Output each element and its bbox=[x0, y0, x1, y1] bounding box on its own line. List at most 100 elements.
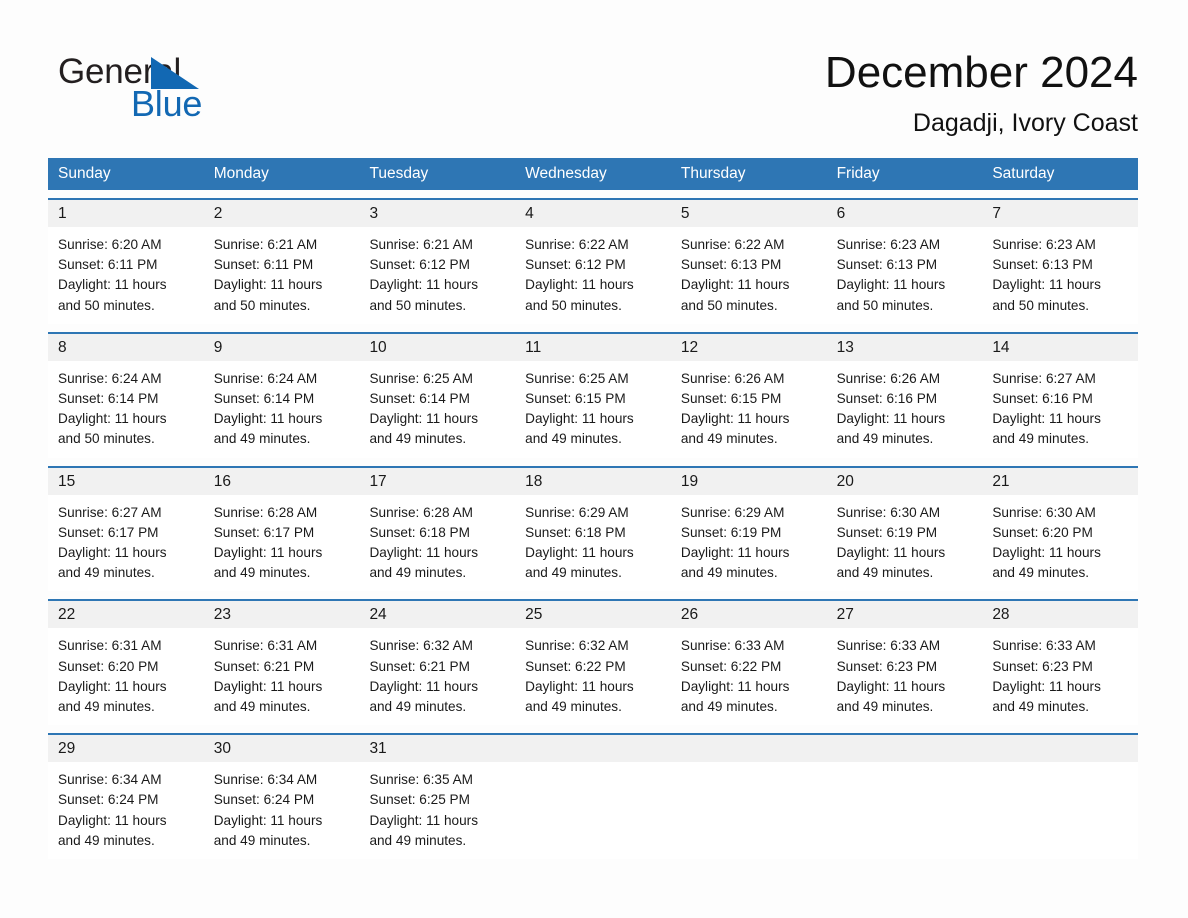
daylight-line-2: and 49 minutes. bbox=[369, 832, 467, 848]
day-cell[interactable]: Sunrise: 6:28 AM Sunset: 6:17 PM Dayligh… bbox=[204, 495, 360, 592]
sunset-line: Sunset: 6:22 PM bbox=[680, 658, 782, 674]
day-cell[interactable]: Sunrise: 6:31 AM Sunset: 6:20 PM Dayligh… bbox=[48, 628, 204, 725]
day-cell[interactable]: Sunrise: 6:23 AM Sunset: 6:13 PM Dayligh… bbox=[982, 227, 1138, 324]
sunrise-line: Sunrise: 6:34 AM bbox=[213, 772, 318, 788]
day-number[interactable]: 18 bbox=[515, 468, 671, 495]
weekday-header-friday: Friday bbox=[836, 165, 880, 182]
day-number[interactable]: 26 bbox=[671, 601, 827, 628]
day-cell[interactable]: Sunrise: 6:29 AM Sunset: 6:18 PM Dayligh… bbox=[515, 495, 671, 592]
day-cell[interactable]: Sunrise: 6:26 AM Sunset: 6:15 PM Dayligh… bbox=[671, 361, 827, 458]
sunrise-line: Sunrise: 6:29 AM bbox=[680, 504, 785, 520]
day-number[interactable]: 12 bbox=[671, 334, 827, 361]
day-number[interactable]: 31 bbox=[359, 735, 515, 762]
day-number[interactable]: 22 bbox=[48, 601, 204, 628]
day-number[interactable]: 30 bbox=[204, 735, 360, 762]
daylight-line-1: Daylight: 11 hours bbox=[836, 545, 946, 561]
day-number[interactable]: 8 bbox=[48, 334, 204, 361]
day-number[interactable]: 1 bbox=[48, 200, 204, 227]
day-cell[interactable]: Sunrise: 6:21 AM Sunset: 6:11 PM Dayligh… bbox=[204, 227, 360, 324]
daylight-line-2: and 49 minutes. bbox=[58, 832, 155, 848]
day-number[interactable]: 2 bbox=[204, 200, 360, 227]
sunrise-line: Sunrise: 6:31 AM bbox=[58, 638, 162, 654]
calendar-week-row: 29 30 31 Sunrise: 6:34 AM Sunset: 6:24 P… bbox=[48, 733, 1138, 860]
day-cell[interactable]: Sunrise: 6:24 AM Sunset: 6:14 PM Dayligh… bbox=[204, 361, 360, 458]
day-number[interactable]: 13 bbox=[827, 334, 983, 361]
day-cell[interactable]: Sunrise: 6:32 AM Sunset: 6:22 PM Dayligh… bbox=[515, 628, 671, 725]
day-cell[interactable]: Sunrise: 6:31 AM Sunset: 6:21 PM Dayligh… bbox=[204, 628, 360, 725]
sunset-line: Sunset: 6:15 PM bbox=[680, 391, 782, 407]
sunrise-line: Sunrise: 6:26 AM bbox=[680, 370, 785, 386]
day-number[interactable]: 10 bbox=[359, 334, 515, 361]
calendar-table: Sunday Monday Tuesday Wednesday Thursday… bbox=[48, 158, 1138, 860]
daylight-line-1: Daylight: 11 hours bbox=[213, 277, 323, 293]
day-cell[interactable]: Sunrise: 6:33 AM Sunset: 6:23 PM Dayligh… bbox=[982, 628, 1138, 725]
day-number[interactable]: 28 bbox=[982, 601, 1138, 628]
day-number[interactable]: 11 bbox=[515, 334, 671, 361]
day-cell[interactable]: Sunrise: 6:23 AM Sunset: 6:13 PM Dayligh… bbox=[827, 227, 983, 324]
daylight-line-2: and 49 minutes. bbox=[525, 431, 622, 447]
day-number[interactable]: 19 bbox=[671, 468, 827, 495]
sunset-line: Sunset: 6:19 PM bbox=[680, 524, 782, 540]
week-detail-band: Sunrise: 6:34 AM Sunset: 6:24 PM Dayligh… bbox=[48, 762, 1138, 860]
sunset-line: Sunset: 6:21 PM bbox=[213, 658, 315, 674]
sunset-line: Sunset: 6:11 PM bbox=[213, 257, 314, 273]
day-number[interactable]: 3 bbox=[359, 200, 515, 227]
daylight-line-1: Daylight: 11 hours bbox=[58, 545, 167, 561]
day-cell[interactable]: Sunrise: 6:30 AM Sunset: 6:19 PM Dayligh… bbox=[827, 495, 983, 592]
sunset-line: Sunset: 6:23 PM bbox=[992, 658, 1093, 674]
page-header: General Blue December 2024 Dagadji, Ivor… bbox=[0, 0, 1188, 152]
day-cell[interactable]: Sunrise: 6:29 AM Sunset: 6:19 PM Dayligh… bbox=[671, 495, 827, 592]
day-number[interactable]: 6 bbox=[827, 200, 983, 227]
day-cell[interactable]: Sunrise: 6:22 AM Sunset: 6:12 PM Dayligh… bbox=[515, 227, 671, 324]
day-cell[interactable]: Sunrise: 6:34 AM Sunset: 6:24 PM Dayligh… bbox=[204, 762, 360, 859]
day-number[interactable]: 15 bbox=[48, 468, 204, 495]
day-number[interactable]: 23 bbox=[204, 601, 360, 628]
day-number[interactable]: 7 bbox=[982, 200, 1138, 227]
day-number[interactable]: 27 bbox=[827, 601, 983, 628]
daylight-line-1: Daylight: 11 hours bbox=[992, 411, 1101, 427]
day-number[interactable]: 25 bbox=[515, 601, 671, 628]
weekday-header-wednesday: Wednesday bbox=[525, 165, 607, 182]
day-number[interactable]: 24 bbox=[359, 601, 515, 628]
weekday-header-monday: Monday bbox=[213, 165, 269, 182]
day-cell[interactable]: Sunrise: 6:25 AM Sunset: 6:14 PM Dayligh… bbox=[359, 361, 515, 458]
day-number[interactable]: 14 bbox=[982, 334, 1138, 361]
daylight-line-2: and 49 minutes. bbox=[680, 565, 778, 581]
day-cell[interactable]: Sunrise: 6:33 AM Sunset: 6:23 PM Dayligh… bbox=[827, 628, 983, 725]
day-cell[interactable]: Sunrise: 6:30 AM Sunset: 6:20 PM Dayligh… bbox=[982, 495, 1138, 592]
day-cell[interactable]: Sunrise: 6:33 AM Sunset: 6:22 PM Dayligh… bbox=[671, 628, 827, 725]
sunrise-line: Sunrise: 6:20 AM bbox=[58, 237, 162, 252]
day-cell[interactable]: Sunrise: 6:28 AM Sunset: 6:18 PM Dayligh… bbox=[359, 495, 515, 592]
day-number[interactable]: 5 bbox=[671, 200, 827, 227]
daylight-line-2: and 49 minutes. bbox=[369, 565, 467, 581]
sunset-line: Sunset: 6:16 PM bbox=[992, 391, 1093, 407]
day-number[interactable]: 21 bbox=[982, 468, 1138, 495]
day-number[interactable]: 16 bbox=[204, 468, 360, 495]
weekday-header-sunday: Sunday bbox=[58, 165, 111, 182]
day-cell[interactable]: Sunrise: 6:27 AM Sunset: 6:16 PM Dayligh… bbox=[982, 361, 1138, 458]
day-cell[interactable]: Sunrise: 6:25 AM Sunset: 6:15 PM Dayligh… bbox=[515, 361, 671, 458]
day-cell[interactable]: Sunrise: 6:34 AM Sunset: 6:24 PM Dayligh… bbox=[48, 762, 204, 859]
day-number[interactable]: 9 bbox=[204, 334, 360, 361]
day-cell[interactable]: Sunrise: 6:35 AM Sunset: 6:25 PM Dayligh… bbox=[359, 762, 515, 859]
sunrise-line: Sunrise: 6:23 AM bbox=[992, 237, 1096, 252]
week-daynum-band: 15 16 17 18 19 20 21 bbox=[48, 467, 1138, 495]
sunset-line: Sunset: 6:11 PM bbox=[58, 257, 158, 273]
daylight-line-1: Daylight: 11 hours bbox=[680, 545, 790, 561]
day-cell[interactable]: Sunrise: 6:24 AM Sunset: 6:14 PM Dayligh… bbox=[48, 361, 204, 458]
day-cell[interactable]: Sunrise: 6:21 AM Sunset: 6:12 PM Dayligh… bbox=[359, 227, 515, 324]
day-number[interactable]: 20 bbox=[827, 468, 983, 495]
day-number[interactable]: 29 bbox=[48, 735, 204, 762]
day-cell[interactable]: Sunrise: 6:27 AM Sunset: 6:17 PM Dayligh… bbox=[48, 495, 204, 592]
day-cell[interactable]: Sunrise: 6:22 AM Sunset: 6:13 PM Dayligh… bbox=[671, 227, 827, 324]
weekday-header-tuesday: Tuesday bbox=[369, 165, 429, 182]
daylight-line-2: and 50 minutes. bbox=[58, 431, 155, 447]
day-number[interactable]: 4 bbox=[515, 200, 671, 227]
sunset-line: Sunset: 6:19 PM bbox=[836, 524, 938, 540]
day-number[interactable]: 17 bbox=[359, 468, 515, 495]
sunset-line: Sunset: 6:12 PM bbox=[525, 257, 626, 273]
day-cell[interactable]: Sunrise: 6:20 AM Sunset: 6:11 PM Dayligh… bbox=[48, 227, 204, 324]
day-cell[interactable]: Sunrise: 6:32 AM Sunset: 6:21 PM Dayligh… bbox=[359, 628, 515, 725]
day-cell[interactable]: Sunrise: 6:26 AM Sunset: 6:16 PM Dayligh… bbox=[827, 361, 983, 458]
daylight-line-1: Daylight: 11 hours bbox=[369, 678, 478, 694]
